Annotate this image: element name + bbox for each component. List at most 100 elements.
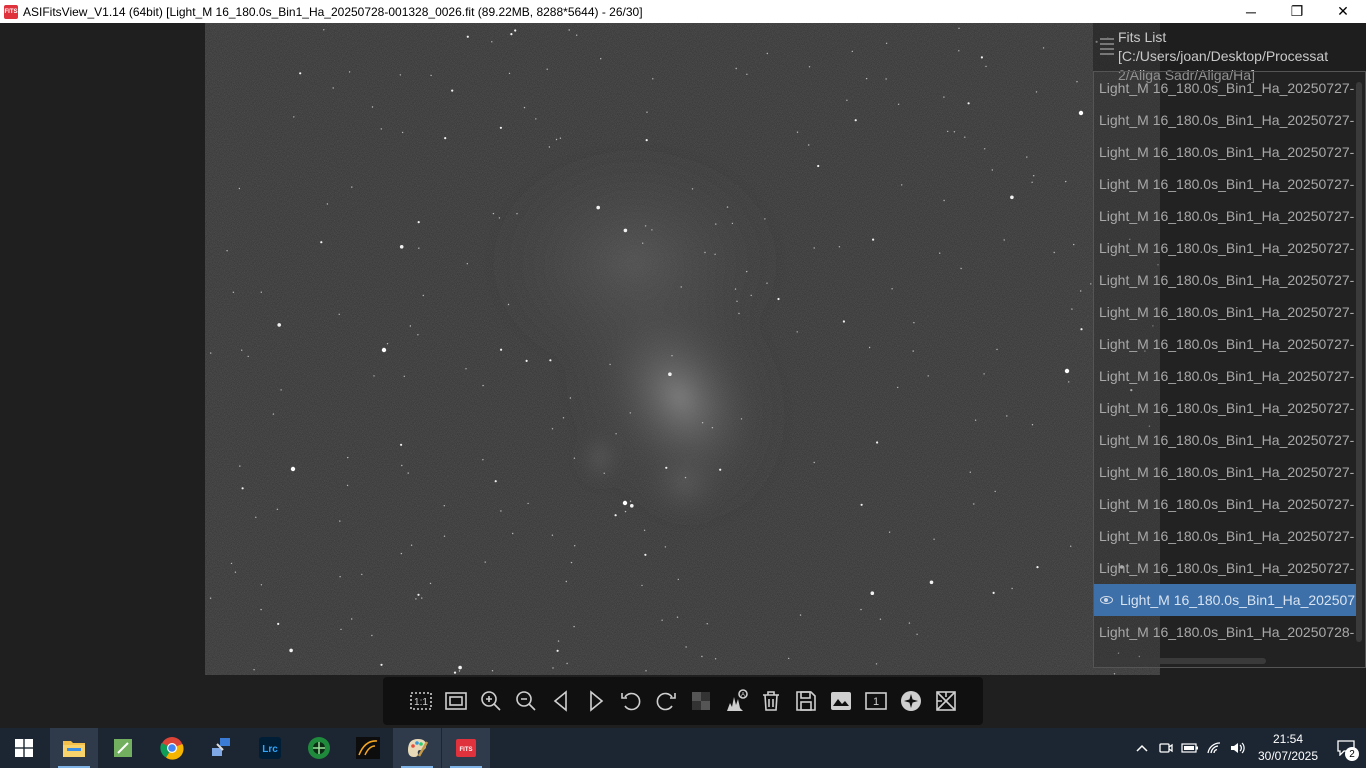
taskbar-app-paint[interactable]	[393, 728, 441, 768]
star	[897, 103, 900, 106]
fits-list-item[interactable]: Light_M 16_180.0s_Bin1_Ha_20250727-	[1094, 72, 1356, 104]
save-button[interactable]	[788, 685, 823, 717]
fits-list-item[interactable]: Light_M 16_180.0s_Bin1_Ha_20250727-	[1094, 136, 1356, 168]
star	[740, 418, 743, 420]
chrome-icon	[160, 737, 184, 760]
fits-list-item[interactable]: Light_M 16_180.0s_Bin1_Ha_20250728-	[1094, 616, 1356, 648]
star	[552, 667, 554, 669]
fits-list-item-label: Light_M 16_180.0s_Bin1_Ha_20250727-	[1099, 240, 1355, 256]
star	[719, 468, 722, 471]
fit-window-button[interactable]	[438, 685, 473, 717]
fits-list-item[interactable]: Light_M 16_180.0s_Bin1_Ha_20250727-	[1094, 296, 1356, 328]
star	[466, 35, 469, 38]
rotate-left-button[interactable]	[613, 685, 648, 717]
star	[872, 238, 875, 241]
star	[701, 422, 704, 424]
chevron-up-icon[interactable]	[1130, 728, 1154, 768]
star	[943, 199, 945, 202]
fits-list-item[interactable]: Light_M 16_180.0s_Bin1_Ha_20250727-	[1094, 200, 1356, 232]
volume-icon[interactable]	[1226, 728, 1250, 768]
star	[788, 657, 790, 660]
star	[1080, 328, 1083, 331]
fits-list-item[interactable]: Light_M 16_180.0s_Bin1_Ha_20250727-	[1094, 520, 1356, 552]
fits-list-item-label: Light_M 16_180.0s_Bin1_Ha_20250727-	[1099, 368, 1355, 384]
fits-list-item[interactable]: Light_M 16_180.0s_Bin1_Ha_20250727-	[1094, 456, 1356, 488]
taskbar-app-asifitsview[interactable]: FITS	[442, 728, 490, 768]
star	[704, 251, 706, 254]
star	[943, 96, 945, 98]
fits-list-item[interactable]: Light_M 16_180.0s_Bin1_Ha_20250727-	[1094, 264, 1356, 296]
next-button[interactable]	[578, 685, 613, 717]
star	[512, 532, 514, 535]
star	[1035, 91, 1038, 93]
fits-list-item[interactable]: Light_M 16_180.0s_Bin1_Ha_20250727-	[1094, 552, 1356, 584]
stretch-image-button[interactable]	[823, 685, 858, 717]
maximize-button[interactable]: ❐	[1274, 0, 1320, 23]
taskbar-app-file-explorer[interactable]	[50, 728, 98, 768]
single-frame-button[interactable]: 1	[858, 685, 893, 717]
star	[407, 472, 409, 474]
svg-text:A: A	[740, 693, 744, 699]
auto-stretch-histogram-button[interactable]: A	[718, 685, 753, 717]
actual-size-button[interactable]: 1:1	[403, 685, 438, 717]
star	[453, 671, 457, 674]
taskbar-app-affinity[interactable]	[344, 728, 392, 768]
star	[332, 87, 334, 89]
star-detect-button[interactable]	[893, 685, 928, 717]
close-button[interactable]: ✕	[1320, 0, 1366, 23]
fits-list-item[interactable]: Light_M 16_180.0s_Bin1_Ha_20250727-	[1094, 424, 1356, 456]
taskbar-app-notepad[interactable]	[99, 728, 147, 768]
zoom-out-button[interactable]	[508, 685, 543, 717]
list-icon[interactable]	[1100, 35, 1114, 59]
star	[985, 65, 987, 68]
start-button[interactable]	[0, 728, 48, 768]
star	[562, 417, 565, 419]
star	[668, 372, 672, 377]
taskbar-app-lightroom-classic[interactable]: Lrc	[246, 728, 294, 768]
battery-icon[interactable]	[1178, 728, 1202, 768]
star	[715, 223, 717, 225]
star	[255, 516, 257, 518]
star	[916, 633, 918, 635]
crosshair-button[interactable]	[928, 685, 963, 717]
taskbar-app-chrome[interactable]	[148, 728, 196, 768]
star	[548, 146, 551, 148]
fits-list-item-selected[interactable]: Light_M 16_180.0s_Bin1_Ha_202507	[1094, 584, 1356, 616]
fits-list-item[interactable]: Light_M 16_180.0s_Bin1_Ha_20250727-	[1094, 392, 1356, 424]
lightroom-classic-icon: Lrc	[259, 737, 281, 759]
previous-button[interactable]	[543, 685, 578, 717]
fits-list-item[interactable]: Light_M 16_180.0s_Bin1_Ha_20250727-	[1094, 488, 1356, 520]
image-viewer[interactable]	[205, 23, 1160, 675]
fits-list-item-label: Light_M 16_180.0s_Bin1_Ha_20250727-	[1099, 432, 1355, 448]
fits-list-item[interactable]: Light_M 16_180.0s_Bin1_Ha_20250727-	[1094, 232, 1356, 264]
debayer-button[interactable]	[683, 685, 718, 717]
rotate-right-button[interactable]	[648, 685, 683, 717]
fits-list-item[interactable]: Light_M 16_180.0s_Bin1_Ha_20250727-	[1094, 360, 1356, 392]
fits-list-item-label: Light_M 16_180.0s_Bin1_Ha_20250727-	[1099, 272, 1355, 288]
star	[386, 343, 389, 345]
fits-list-item[interactable]: Light_M 16_180.0s_Bin1_Ha_20250727-	[1094, 104, 1356, 136]
star	[380, 663, 383, 666]
meet-now-icon[interactable]	[1154, 728, 1178, 768]
fits-file-list[interactable]: Light_M 16_180.0s_Bin1_Ha_20250727- Light…	[1093, 71, 1366, 668]
notification-center-button[interactable]: 2	[1326, 728, 1366, 768]
star	[417, 593, 420, 596]
fits-list-item[interactable]: Light_M 16_180.0s_Bin1_Ha_20250727-	[1094, 168, 1356, 200]
wifi-icon[interactable]	[1202, 728, 1226, 768]
asifitsview-icon: FITS	[456, 739, 476, 757]
horizontal-scrollbar[interactable]	[1098, 658, 1266, 664]
zoom-in-button[interactable]	[473, 685, 508, 717]
star	[551, 534, 554, 536]
svg-text:FITS: FITS	[460, 747, 473, 753]
taskbar-app-siril[interactable]	[295, 728, 343, 768]
minimize-button[interactable]: ─	[1228, 0, 1274, 23]
star	[842, 320, 846, 323]
taskbar-app-network-app[interactable]	[197, 728, 245, 768]
star	[726, 206, 729, 208]
clock[interactable]: 21:54 30/07/2025	[1250, 731, 1326, 765]
fits-list-item[interactable]: Light_M 16_180.0s_Bin1_Ha_20250727-	[1094, 328, 1356, 360]
fits-list-item-label: Light_M 16_180.0s_Bin1_Ha_20250727-	[1099, 176, 1355, 192]
vertical-scrollbar[interactable]	[1356, 82, 1362, 642]
star	[736, 300, 738, 302]
delete-button[interactable]	[753, 685, 788, 717]
